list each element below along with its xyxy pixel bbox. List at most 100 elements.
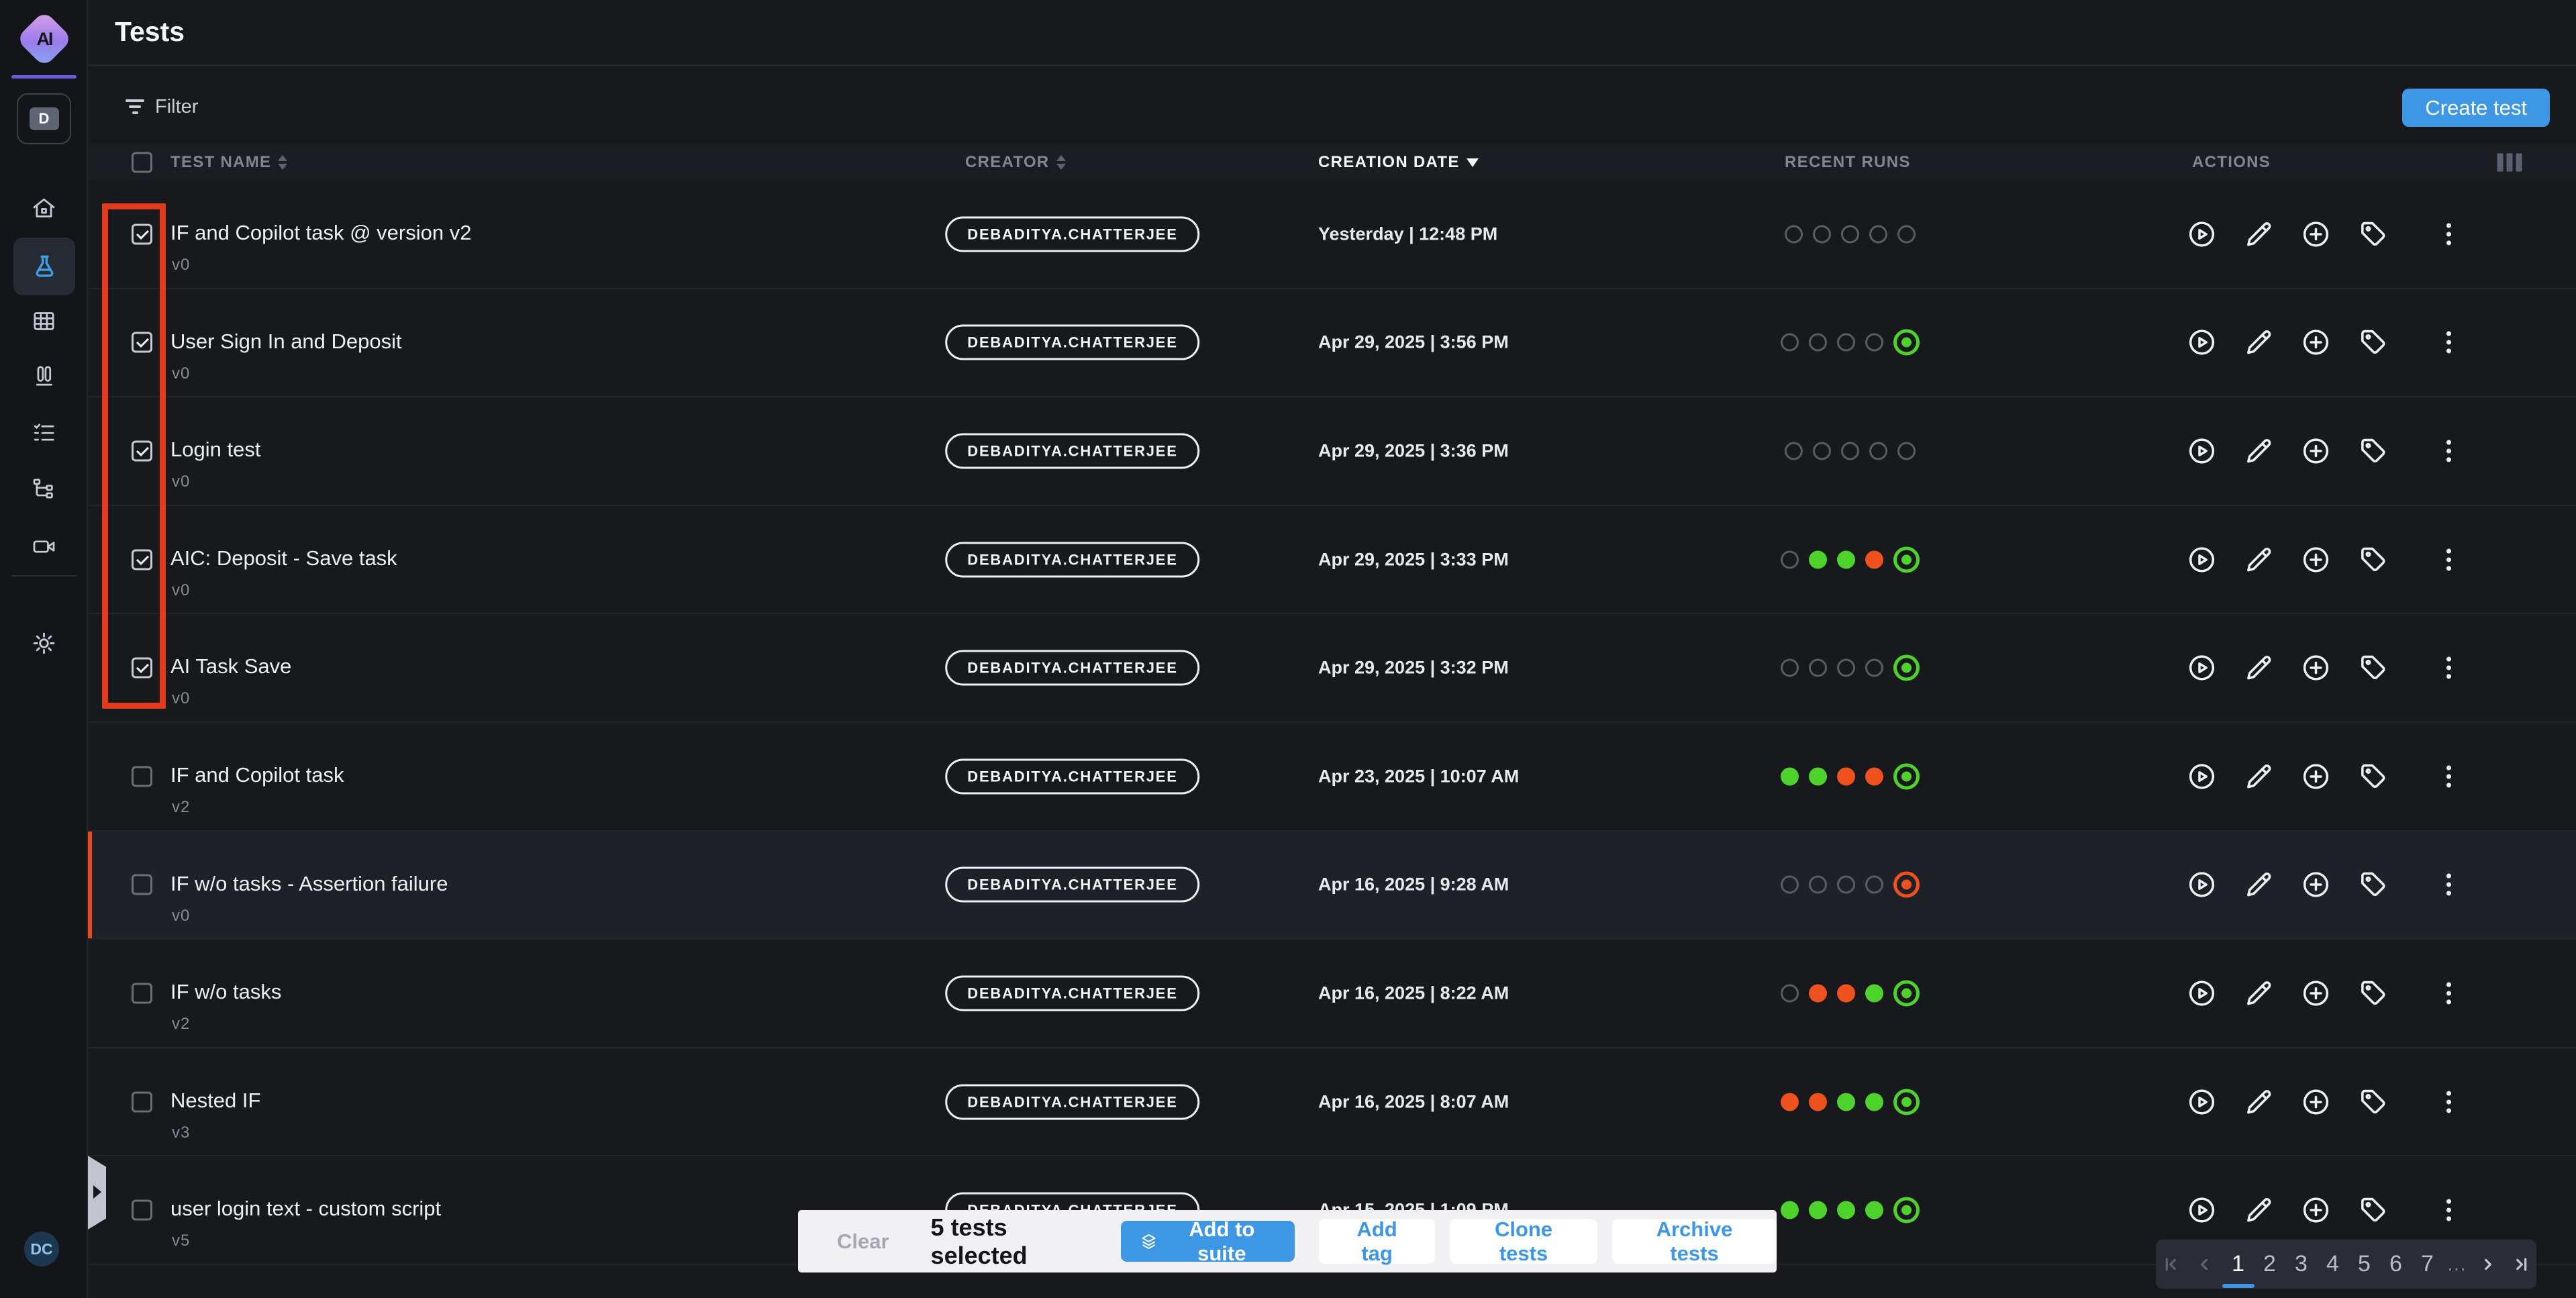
user-avatar[interactable]: DC: [24, 1232, 59, 1266]
test-name[interactable]: User Sign In and Deposit: [170, 330, 402, 354]
edit-pencil-icon[interactable]: [2243, 544, 2275, 575]
archive-tests-button[interactable]: Archive tests: [1612, 1219, 1777, 1264]
add-plus-icon[interactable]: [2300, 977, 2332, 1009]
add-plus-icon[interactable]: [2300, 1195, 2332, 1226]
run-status-dot-fail-ring[interactable]: [1893, 872, 1920, 898]
sidebar-item-home[interactable]: [0, 195, 88, 222]
run-status-dot-pass[interactable]: [1837, 1093, 1855, 1111]
run-status-dot-pass-ring[interactable]: [1893, 330, 1920, 356]
pagination-page-7[interactable]: 7: [2412, 1251, 2443, 1277]
add-plus-icon[interactable]: [2300, 1086, 2332, 1117]
sidebar-item-settings[interactable]: [0, 630, 88, 657]
run-status-dot-empty[interactable]: [1813, 442, 1831, 460]
run-status-dot-empty[interactable]: [1837, 659, 1855, 677]
tag-icon[interactable]: [2357, 544, 2389, 575]
run-status-dot-pass[interactable]: [1865, 1093, 1883, 1111]
run-status-dot-pass[interactable]: [1781, 767, 1799, 785]
tag-icon[interactable]: [2357, 218, 2389, 250]
more-options-kebab-icon[interactable]: [2433, 977, 2465, 1009]
row-checkbox[interactable]: [132, 766, 152, 787]
run-status-dot-fail[interactable]: [1865, 767, 1883, 785]
run-status-dot-empty[interactable]: [1781, 876, 1799, 894]
table-row[interactable]: User Sign In and Deposit v0 DEBADITYA.CH…: [88, 289, 2576, 398]
pagination-page-5[interactable]: 5: [2348, 1251, 2380, 1277]
sidebar-item-test-plans[interactable]: [0, 419, 88, 446]
run-status-dot-empty[interactable]: [1813, 225, 1831, 243]
run-status-dot-empty[interactable]: [1785, 225, 1803, 243]
run-status-dot-empty[interactable]: [1785, 442, 1803, 460]
edit-pencil-icon[interactable]: [2243, 652, 2275, 684]
sidebar-expand-handle[interactable]: [88, 1156, 106, 1230]
tag-icon[interactable]: [2357, 1195, 2389, 1226]
row-checkbox[interactable]: [132, 875, 152, 895]
create-test-button[interactable]: Create test: [2402, 89, 2550, 127]
run-status-dot-empty[interactable]: [1897, 225, 1916, 243]
filter-button[interactable]: Filter: [126, 89, 198, 124]
add-plus-icon[interactable]: [2300, 544, 2332, 575]
edit-pencil-icon[interactable]: [2243, 1086, 2275, 1117]
table-row[interactable]: AIC: Deposit - Save task v0 DEBADITYA.CH…: [88, 506, 2576, 615]
pagination-page-2[interactable]: 2: [2254, 1251, 2285, 1277]
run-status-dot-empty[interactable]: [1897, 442, 1916, 460]
row-checkbox[interactable]: [132, 983, 152, 1003]
run-status-dot-empty[interactable]: [1841, 442, 1859, 460]
run-status-dot-empty[interactable]: [1809, 334, 1827, 352]
add-plus-icon[interactable]: [2300, 327, 2332, 358]
sidebar-item-recordings[interactable]: [0, 533, 88, 560]
test-name[interactable]: Nested IF: [170, 1089, 260, 1113]
run-status-dot-fail[interactable]: [1809, 984, 1827, 1002]
select-all-checkbox[interactable]: [132, 152, 152, 173]
add-plus-icon[interactable]: [2300, 652, 2332, 684]
run-status-dot-empty[interactable]: [1781, 334, 1799, 352]
tag-icon[interactable]: [2357, 435, 2389, 466]
column-header-test-name[interactable]: TEST NAME: [170, 153, 287, 172]
sidebar-item-workflows[interactable]: [0, 475, 88, 503]
run-status-dot-empty[interactable]: [1809, 659, 1827, 677]
run-status-dot-empty[interactable]: [1837, 876, 1855, 894]
tag-icon[interactable]: [2357, 977, 2389, 1009]
pagination-page-1[interactable]: 1: [2222, 1251, 2254, 1277]
edit-pencil-icon[interactable]: [2243, 435, 2275, 466]
run-status-dot-empty[interactable]: [1837, 334, 1855, 352]
run-status-dot-pass-ring[interactable]: [1893, 1197, 1920, 1224]
table-row[interactable]: IF w/o tasks v2 DEBADITYA.CHATTERJEE Apr…: [88, 940, 2576, 1048]
run-status-dot-pass[interactable]: [1809, 1201, 1827, 1219]
more-options-kebab-icon[interactable]: [2433, 1195, 2465, 1226]
run-status-dot-pass[interactable]: [1837, 1201, 1855, 1219]
table-row[interactable]: IF and Copilot task v2 DEBADITYA.CHATTER…: [88, 723, 2576, 832]
run-status-dot-pass-ring[interactable]: [1893, 980, 1920, 1006]
pagination-prev-button[interactable]: [2189, 1244, 2220, 1285]
test-name[interactable]: user login text - custom script: [170, 1197, 441, 1221]
table-row[interactable]: Login test v0 DEBADITYA.CHATTERJEE Apr 2…: [88, 397, 2576, 506]
add-plus-icon[interactable]: [2300, 760, 2332, 792]
test-name[interactable]: IF w/o tasks: [170, 980, 281, 1004]
edit-pencil-icon[interactable]: [2243, 218, 2275, 250]
run-status-dot-pass[interactable]: [1781, 1201, 1799, 1219]
edit-pencil-icon[interactable]: [2243, 977, 2275, 1009]
run-status-dot-empty[interactable]: [1865, 659, 1883, 677]
edit-pencil-icon[interactable]: [2243, 869, 2275, 901]
more-options-kebab-icon[interactable]: [2433, 435, 2465, 466]
test-name[interactable]: IF and Copilot task @ version v2: [170, 221, 471, 245]
run-status-dot-empty[interactable]: [1809, 876, 1827, 894]
table-row[interactable]: IF w/o tasks - Assertion failure v0 DEBA…: [88, 832, 2576, 940]
run-status-dot-pass-ring[interactable]: [1893, 546, 1920, 572]
run-status-dot-fail[interactable]: [1781, 1093, 1799, 1111]
app-logo[interactable]: AI: [16, 11, 73, 68]
more-options-kebab-icon[interactable]: [2433, 760, 2465, 792]
run-test-play-icon[interactable]: [2186, 869, 2218, 901]
tag-icon[interactable]: [2357, 760, 2389, 792]
test-name[interactable]: AIC: Deposit - Save task: [170, 546, 397, 570]
pagination-page-3[interactable]: 3: [2285, 1251, 2317, 1277]
table-row[interactable]: AI Task Save v0 DEBADITYA.CHATTERJEE Apr…: [88, 614, 2576, 723]
edit-pencil-icon[interactable]: [2243, 1195, 2275, 1226]
column-header-creator[interactable]: CREATOR: [965, 153, 1066, 172]
table-row[interactable]: IF and Copilot task @ version v2 v0 DEBA…: [88, 181, 2576, 289]
add-plus-icon[interactable]: [2300, 218, 2332, 250]
tag-icon[interactable]: [2357, 327, 2389, 358]
sidebar-item-suites[interactable]: [0, 362, 88, 390]
edit-pencil-icon[interactable]: [2243, 760, 2275, 792]
run-test-play-icon[interactable]: [2186, 977, 2218, 1009]
more-options-kebab-icon[interactable]: [2433, 1086, 2465, 1117]
run-test-play-icon[interactable]: [2186, 1195, 2218, 1226]
